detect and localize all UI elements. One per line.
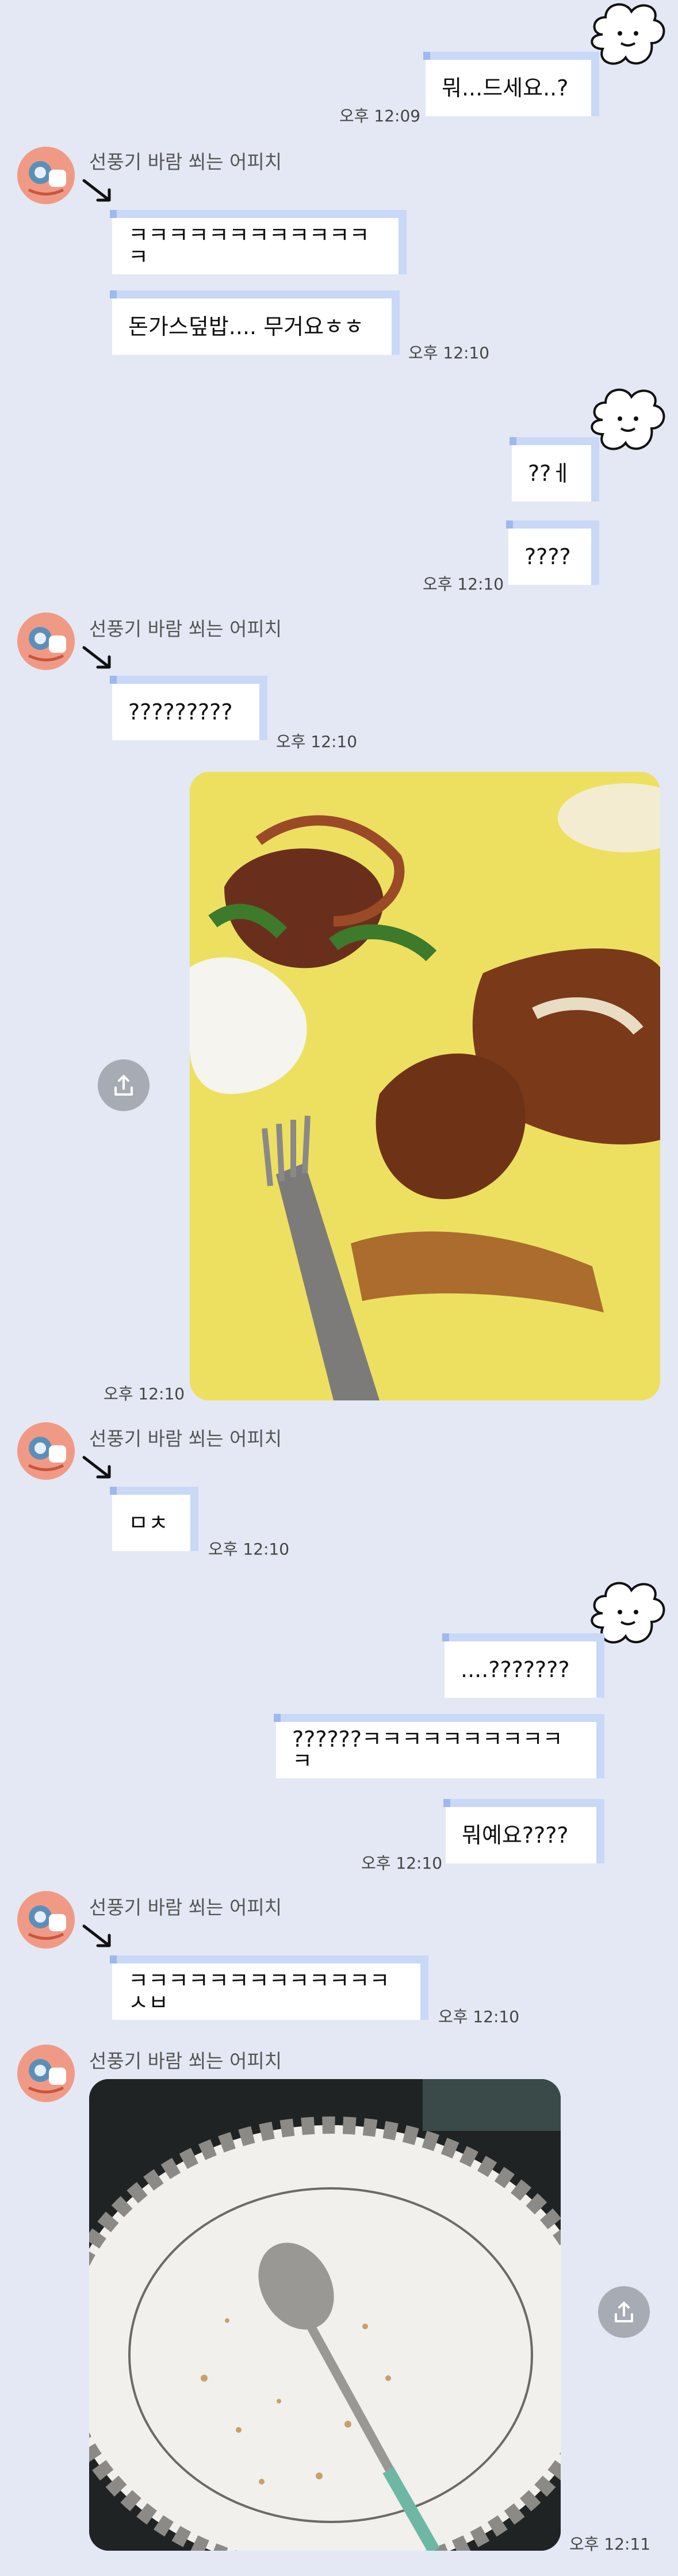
message-text: ???? bbox=[524, 544, 571, 569]
arrow-icon bbox=[82, 1456, 111, 1479]
avatar[interactable] bbox=[17, 147, 75, 204]
sender-name: 선풍기 바람 쐬는 어피치 bbox=[89, 1896, 282, 1919]
message-bubble[interactable]: ???? bbox=[506, 520, 599, 585]
food-photo[interactable] bbox=[190, 772, 660, 1400]
avatar[interactable] bbox=[17, 1891, 75, 1949]
sender-name: 선풍기 바람 쐬는 어피치 bbox=[89, 1427, 282, 1450]
share-button[interactable] bbox=[598, 2286, 650, 2338]
message-time: 오후 12:11 bbox=[569, 2535, 651, 2554]
message-time: 오후 12:09 bbox=[339, 106, 421, 125]
share-icon bbox=[615, 2302, 633, 2322]
message-text: ??ㅔ bbox=[528, 461, 572, 486]
peach-avatar-icon bbox=[17, 1422, 75, 1480]
peach-avatar-icon bbox=[17, 147, 75, 204]
share-button[interactable] bbox=[98, 1059, 150, 1111]
message-text: ????????? bbox=[128, 699, 233, 725]
share-icon bbox=[114, 1075, 133, 1096]
message-bubble[interactable]: ....??????? bbox=[442, 1633, 604, 1698]
message-bubble[interactable]: ??????ㅋㅋㅋㅋㅋㅋㅋㅋㅋㅋㅋ bbox=[274, 1714, 604, 1778]
message-text: 돈가스덮밥.... 무거요ㅎㅎ bbox=[128, 314, 364, 339]
empty-plate-image bbox=[89, 2079, 561, 2551]
sender-name: 선풍기 바람 쐬는 어피치 bbox=[89, 618, 282, 640]
message-bubble[interactable]: ㅋㅋㅋㅋㅋㅋㅋㅋㅋㅋㅋㅋㅋ bbox=[110, 210, 407, 274]
message-time: 오후 12:10 bbox=[423, 575, 504, 594]
message-time: 오후 12:10 bbox=[104, 1384, 185, 1403]
avatar[interactable] bbox=[17, 613, 75, 670]
sender-name: 선풍기 바람 쐬는 어피치 bbox=[89, 151, 282, 173]
avatar[interactable] bbox=[17, 2045, 75, 2102]
message-text: 뭐예요???? bbox=[462, 1823, 569, 1848]
message-text: ....??????? bbox=[461, 1657, 570, 1682]
plate-photo[interactable] bbox=[89, 2079, 561, 2551]
message-time: 오후 12:10 bbox=[208, 1540, 290, 1559]
message-bubble[interactable]: 뭐...드세요..? bbox=[423, 52, 599, 116]
message-time: 오후 12:10 bbox=[408, 343, 490, 362]
arrow-icon bbox=[82, 179, 111, 202]
message-text: ㅋㅋㅋㅋㅋㅋㅋㅋㅋㅋㅋㅋㅋ bbox=[128, 223, 370, 270]
message-time: 오후 12:10 bbox=[276, 732, 358, 751]
arrow-icon bbox=[82, 646, 111, 669]
message-text: ??????ㅋㅋㅋㅋㅋㅋㅋㅋㅋㅋㅋ bbox=[292, 1727, 563, 1774]
message-text: ㅋㅋㅋㅋㅋㅋㅋㅋㅋㅋㅋㅋㅋㅅㅂ bbox=[128, 1968, 390, 2015]
message-bubble[interactable]: ????????? bbox=[110, 676, 267, 740]
sender-name: 선풍기 바람 쐬는 어피치 bbox=[89, 2050, 282, 2072]
message-bubble[interactable]: ㅁㅊ bbox=[110, 1487, 198, 1551]
avatar[interactable] bbox=[17, 1422, 75, 1480]
message-text: 뭐...드세요..? bbox=[442, 75, 569, 101]
message-text: ㅁㅊ bbox=[128, 1510, 168, 1536]
message-bubble[interactable]: ??ㅔ bbox=[510, 437, 599, 502]
message-time: 오후 12:10 bbox=[438, 2007, 520, 2026]
message-time: 오후 12:10 bbox=[361, 1854, 443, 1873]
message-bubble[interactable]: 뭐예요???? bbox=[443, 1799, 604, 1863]
plate-with-tonkatsu-image bbox=[190, 772, 660, 1400]
message-bubble[interactable]: 돈가스덮밥.... 무거요ㅎㅎ bbox=[110, 290, 400, 355]
peach-avatar-icon bbox=[17, 1891, 75, 1949]
message-bubble[interactable]: ㅋㅋㅋㅋㅋㅋㅋㅋㅋㅋㅋㅋㅋㅅㅂ bbox=[110, 1955, 428, 2020]
peach-avatar-icon bbox=[17, 613, 75, 670]
peach-avatar-icon bbox=[17, 2045, 75, 2102]
arrow-icon bbox=[82, 1924, 111, 1947]
